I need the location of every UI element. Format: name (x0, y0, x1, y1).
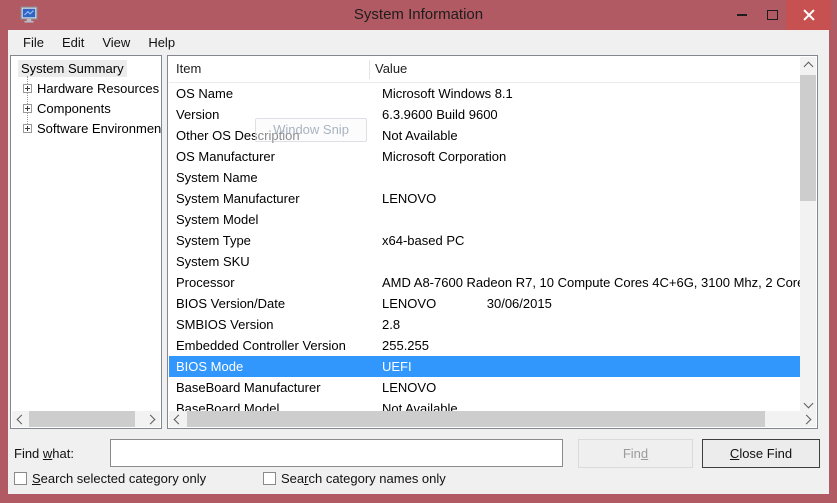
column-divider[interactable] (369, 60, 370, 79)
table-row[interactable]: SMBIOS Version2.8 (169, 314, 801, 335)
menu-file[interactable]: File (14, 32, 53, 53)
table-row[interactable]: ProcessorAMD A8-7600 Radeon R7, 10 Compu… (169, 272, 801, 293)
column-header-value[interactable]: Value (375, 57, 407, 81)
search-selected-category-checkbox[interactable] (14, 472, 27, 485)
minimize-icon (737, 14, 747, 16)
scroll-right-icon[interactable] (144, 411, 160, 427)
maximize-icon (767, 10, 778, 20)
scrollbar-thumb[interactable] (800, 75, 816, 201)
table-row[interactable]: OS NameMicrosoft Windows 8.1 (169, 83, 801, 104)
window-title: System Information (0, 0, 837, 30)
expand-icon[interactable] (23, 104, 32, 113)
expand-icon[interactable] (23, 84, 32, 93)
tree-item-software-environment[interactable]: Software Environment (37, 120, 161, 138)
system-information-window: System Information File Edit View Help S… (0, 0, 837, 503)
close-button[interactable] (786, 0, 831, 30)
search-selected-category-label: Search selected category only (32, 471, 206, 486)
search-category-names-checkbox[interactable] (263, 472, 276, 485)
table-row-selected[interactable]: BIOS ModeUEFI (169, 356, 801, 377)
maximize-button[interactable] (756, 0, 788, 30)
tree-item-components[interactable]: Components (37, 100, 111, 118)
detail-pane: Item Value OS NameMicrosoft Windows 8.1 … (167, 55, 818, 429)
find-button[interactable]: Find (578, 439, 693, 468)
menu-view[interactable]: View (93, 32, 139, 53)
scroll-right-icon[interactable] (800, 411, 816, 427)
scrollbar-thumb[interactable] (187, 411, 765, 427)
tree-horizontal-scrollbar[interactable] (12, 411, 160, 427)
menu-bar: File Edit View Help (8, 30, 829, 55)
table-row[interactable]: System Typex64-based PC (169, 230, 801, 251)
tree-item-hardware-resources[interactable]: Hardware Resources (37, 80, 159, 98)
menu-help[interactable]: Help (139, 32, 184, 53)
scroll-left-icon[interactable] (169, 411, 185, 427)
expand-icon[interactable] (23, 124, 32, 133)
table-row[interactable]: OS ManufacturerMicrosoft Corporation (169, 146, 801, 167)
title-bar: System Information (0, 0, 837, 30)
detail-vertical-scrollbar[interactable] (800, 57, 816, 413)
close-icon (802, 8, 816, 22)
table-row[interactable]: BIOS Version/DateLENOVO 30/06/2015 (169, 293, 801, 314)
find-input[interactable] (110, 439, 563, 467)
table-row[interactable]: BaseBoard ModelNot Available (169, 398, 801, 412)
ghost-window-snip-tooltip: Window Snip (255, 118, 367, 142)
table-row[interactable]: System ManufacturerLENOVO (169, 188, 801, 209)
table-row[interactable]: System SKU (169, 251, 801, 272)
menu-edit[interactable]: Edit (53, 32, 93, 53)
category-tree-pane: System Summary Hardware Resources Compon… (10, 55, 162, 429)
minimize-button[interactable] (726, 0, 758, 30)
tree-item-system-summary[interactable]: System Summary (18, 60, 127, 77)
scroll-up-icon[interactable] (800, 57, 816, 73)
search-category-names-label: Search category names only (281, 471, 446, 486)
table-row[interactable]: BaseBoard ManufacturerLENOVO (169, 377, 801, 398)
table-row[interactable]: Embedded Controller Version255.255 (169, 335, 801, 356)
scrollbar-thumb[interactable] (29, 411, 135, 427)
table-row[interactable]: System Name (169, 167, 801, 188)
find-what-label: Find what: (14, 446, 74, 461)
column-header-item[interactable]: Item (176, 57, 201, 81)
close-find-button[interactable]: Close Find (702, 439, 820, 468)
detail-horizontal-scrollbar[interactable] (169, 411, 816, 427)
scroll-left-icon[interactable] (12, 411, 28, 427)
table-row[interactable]: System Model (169, 209, 801, 230)
table-header: Item Value (169, 57, 800, 83)
